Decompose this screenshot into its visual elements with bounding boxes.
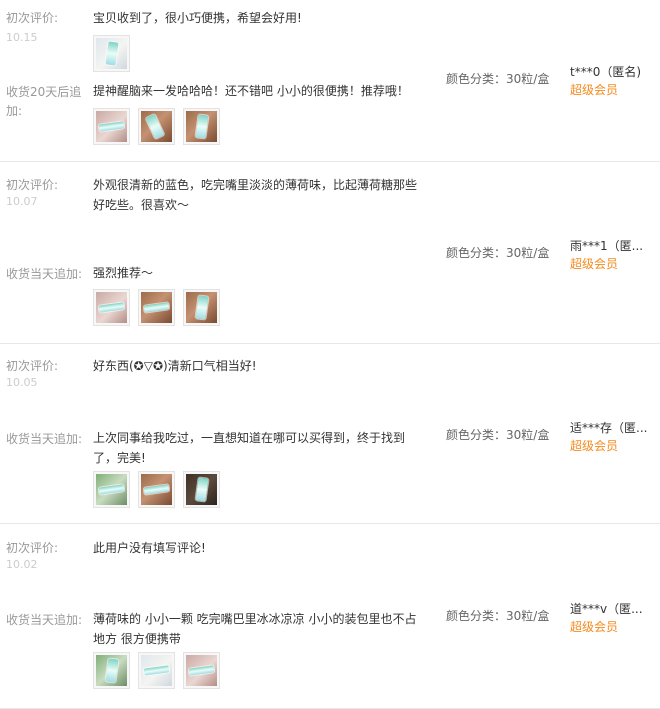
follow-up-photos: [93, 108, 220, 145]
review-photo-thumbnail[interactable]: [93, 289, 130, 326]
initial-review-date: 10.05: [6, 376, 38, 389]
reviewer-name: t***0（匿名): [570, 65, 642, 79]
initial-review-label: 初次评价:: [6, 541, 59, 555]
review-photo-thumbnail[interactable]: [93, 108, 130, 145]
review-photo-thumbnail[interactable]: [183, 108, 220, 145]
review-photo-thumbnail[interactable]: [93, 652, 130, 689]
follow-up-label: 收货当天追加:: [6, 613, 83, 627]
review-item: 初次评价: 10.15 宝贝收到了，很小巧便携，希望会好用! 收货20天后追加:…: [0, 0, 660, 162]
reviewer-name: 适***存（匿...: [570, 421, 648, 435]
color-variant: 颜色分类：30粒/盒: [446, 609, 550, 623]
review-item: 初次评价: 10.07 外观很清新的蓝色，吃完嘴里淡淡的薄荷味，比起薄荷糖那些好…: [0, 162, 660, 344]
follow-up-label: 收货20天后追加:: [6, 85, 82, 118]
color-variant: 颜色分类：30粒/盒: [446, 246, 550, 260]
initial-review-date: 10.07: [6, 195, 38, 208]
initial-review-label: 初次评价:: [6, 178, 59, 192]
follow-up-text: 上次同事给我吃过，一直想知道在哪可以买得到，终于找到了，完美!: [93, 431, 406, 465]
review-photo-thumbnail[interactable]: [93, 35, 130, 72]
initial-review-date: 10.02: [6, 558, 38, 571]
review-photo-thumbnail[interactable]: [138, 652, 175, 689]
initial-review-date: 10.15: [6, 31, 38, 44]
reviewer-name: 雨***1（匿...: [570, 239, 644, 253]
initial-review-label: 初次评价:: [6, 359, 59, 373]
review-photo-thumbnail[interactable]: [138, 471, 175, 508]
follow-up-text: 薄荷味的 小小一颗 吃完嘴巴里冰冰凉凉 小小的装包里也不占地方 很方便携带: [93, 612, 417, 646]
follow-up-label: 收货当天追加:: [6, 432, 83, 446]
review-photo-thumbnail[interactable]: [183, 471, 220, 508]
reviewer-name: 道***v（匿...: [570, 602, 643, 616]
follow-up-photos: [93, 471, 220, 508]
review-item: 初次评价: 10.02 此用户没有填写评论! 收货当天追加: 薄荷味的 小小一颗…: [0, 524, 660, 709]
review-item: 初次评价: 10.05 好东西(✪▽✪)清新口气相当好! 收货当天追加: 上次同…: [0, 344, 660, 524]
membership-badge: 超级会员: [570, 257, 619, 271]
membership-badge: 超级会员: [570, 439, 619, 453]
follow-up-photos: [93, 652, 220, 689]
membership-badge: 超级会员: [570, 620, 619, 634]
review-photo-thumbnail[interactable]: [138, 108, 175, 145]
initial-review-text: 好东西(✪▽✪)清新口气相当好!: [93, 359, 257, 373]
review-photo-thumbnail[interactable]: [183, 652, 220, 689]
follow-up-photos: [93, 289, 220, 326]
follow-up-text: 强烈推荐～: [93, 266, 154, 280]
review-photo-thumbnail[interactable]: [93, 471, 130, 508]
initial-review-text: 宝贝收到了，很小巧便携，希望会好用!: [93, 11, 302, 25]
initial-review-label: 初次评价:: [6, 11, 59, 25]
initial-review-photos: [93, 35, 130, 72]
initial-review-text: 此用户没有填写评论!: [93, 541, 206, 555]
color-variant: 颜色分类：30粒/盒: [446, 428, 550, 442]
color-variant: 颜色分类：30粒/盒: [446, 72, 550, 86]
membership-badge: 超级会员: [570, 83, 619, 97]
review-photo-thumbnail[interactable]: [138, 289, 175, 326]
follow-up-text: 提神醒脑来一发哈哈哈！还不错吧 小小的很便携！推荐哦！: [93, 84, 409, 98]
follow-up-label: 收货当天追加:: [6, 267, 83, 281]
initial-review-text: 外观很清新的蓝色，吃完嘴里淡淡的薄荷味，比起薄荷糖那些好吃些。很喜欢～: [93, 178, 418, 212]
review-photo-thumbnail[interactable]: [183, 289, 220, 326]
